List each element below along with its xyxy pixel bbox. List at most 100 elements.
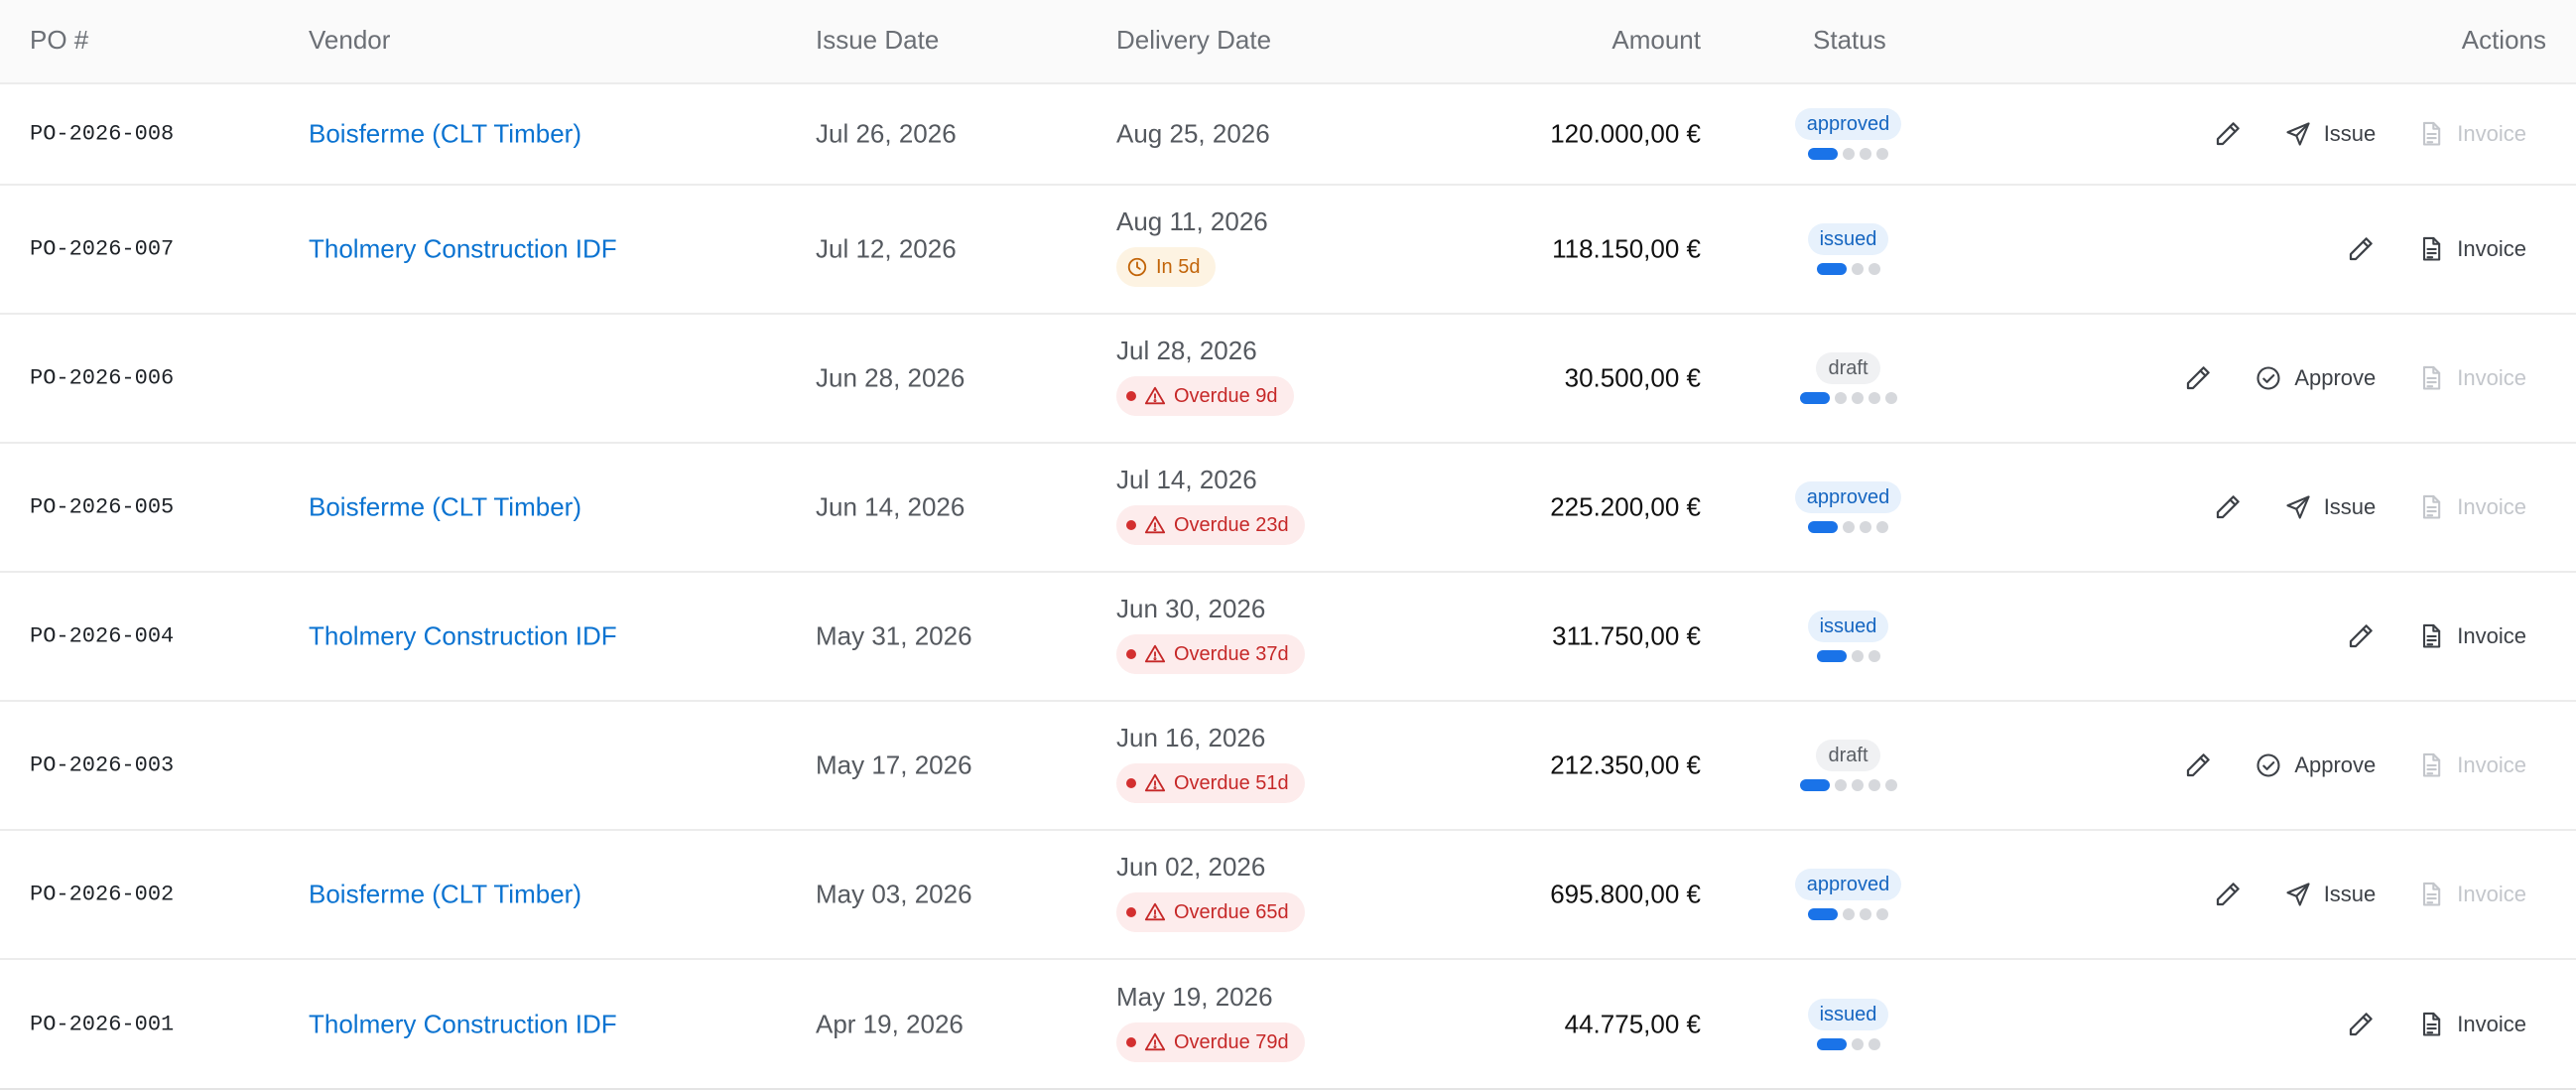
edit-button[interactable] [2183,750,2213,780]
overdue-badge: Overdue 23d [1116,505,1305,545]
invoice-label: Invoice [2457,882,2526,906]
progress-step [1851,263,1864,275]
issue-date: May 31, 2026 [816,620,972,651]
document-icon [2417,622,2445,650]
col-header-po[interactable]: PO # [30,0,88,84]
edit-button[interactable] [2346,1010,2376,1039]
progress-step [1851,650,1864,662]
status-badge: draft [1816,352,1880,384]
invoice-label: Invoice [2457,236,2526,261]
status-progress [1799,392,1897,404]
col-header-actions: Actions [2461,25,2546,55]
status-cell: issued [1766,611,1930,662]
issue-button[interactable]: Issue [2284,881,2377,908]
vendor-link[interactable]: Boisferme (CLT Timber) [309,492,581,523]
progress-step [1851,779,1864,791]
progress-step [1808,148,1838,160]
col-header-status[interactable]: Status [1813,0,1886,84]
table-row[interactable]: PO-2026-008 Boisferme (CLT Timber) Jul 26,… [0,84,2576,186]
progress-step [1834,392,1847,404]
approve-button[interactable]: Approve [2254,364,2376,392]
status-progress [1816,263,1880,275]
row-actions: Invoice [2346,234,2526,264]
progress-step [1843,521,1855,533]
delivery-date: Jul 14, 2026 [1116,465,1257,494]
progress-step [1834,779,1847,791]
edit-button[interactable] [2346,234,2376,264]
issue-date: Jun 28, 2026 [816,362,966,393]
issue-date: May 03, 2026 [816,879,972,909]
invoice-button[interactable]: Invoice [2417,622,2526,650]
progress-step [1843,908,1855,920]
invoice-button[interactable]: Invoice [2417,1011,2526,1038]
clock-icon [1126,256,1148,278]
table-row[interactable]: PO-2026-007 Tholmery Construction IDF Jul … [0,186,2576,315]
table-row[interactable]: PO-2026-002 Boisferme (CLT Timber) May 03,… [0,831,2576,960]
issue-label: Issue [2323,882,2377,906]
vendor-link[interactable]: Tholmery Construction IDF [309,234,617,265]
document-icon [2417,881,2445,908]
col-header-delivery-date[interactable]: Delivery Date [1116,0,1271,84]
col-header-amount[interactable]: Amount [1611,0,1701,84]
table-row[interactable]: PO-2026-001 Tholmery Construction IDF Apr … [0,960,2576,1090]
invoice-button[interactable]: Invoice [2417,235,2526,263]
edit-button[interactable] [2213,880,2243,909]
po-number: PO-2026-001 [30,1012,175,1036]
warning-icon [1144,643,1166,665]
vendor-link[interactable]: Boisferme (CLT Timber) [309,880,581,910]
delivery-date: Aug 25, 2026 [1116,118,1270,149]
issue-button[interactable]: Issue [2284,493,2376,521]
delivery-date: Jul 28, 2026 [1116,336,1257,365]
table-row[interactable]: PO-2026-003 May 17, 2026 Jun 16, 2026 Ove… [0,702,2576,831]
progress-step [1816,1037,1847,1050]
invoice-button: Invoice [2417,120,2526,148]
warning-icon [1144,1031,1166,1053]
overdue-badge: Overdue 9d [1116,376,1294,416]
delivery-cell: Aug 11, 2026 In 5d [1116,206,1268,287]
vendor-link[interactable]: Tholmery Construction IDF [309,1009,617,1039]
invoice-button: Invoice [2417,364,2526,392]
edit-button[interactable] [2346,621,2376,651]
edit-button[interactable] [2213,119,2243,149]
pencil-icon [2346,234,2376,264]
invoice-label: Invoice [2457,1011,2526,1036]
invoice-button: Invoice [2417,493,2526,521]
pencil-icon [2346,621,2376,651]
progress-step [1876,148,1888,160]
chip-label: Overdue 65d [1174,900,1289,923]
issue-date: Jul 26, 2026 [816,118,957,149]
warning-icon [1144,901,1166,923]
delivery-date: Jun 30, 2026 [1116,594,1266,623]
table-row[interactable]: PO-2026-005 Boisferme (CLT Timber) Jun 14,… [0,444,2576,573]
pencil-icon [2183,750,2213,780]
issue-button[interactable]: Issue [2284,120,2376,148]
invoice-button: Invoice [2417,881,2526,908]
table-row[interactable]: PO-2026-006 Jun 28, 2026 Jul 28, 2026 Ove… [0,315,2576,444]
col-header-vendor[interactable]: Vendor [309,0,390,84]
edit-button[interactable] [2183,363,2213,393]
delivery-cell: Jul 14, 2026 Overdue 23d [1116,465,1305,545]
table-row[interactable]: PO-2026-004 Tholmery Construction IDF May … [0,573,2576,702]
amount: 695.800,00 € [1550,879,1701,909]
amount: 44.775,00 € [1564,1009,1701,1038]
edit-button[interactable] [2213,492,2243,522]
progress-step [1816,263,1847,275]
progress-step [1868,650,1880,662]
chip-label: Overdue 9d [1174,384,1278,407]
issue-date: Apr 19, 2026 [816,1009,964,1038]
row-actions: Invoice [2346,621,2526,651]
approve-button[interactable]: Approve [2254,751,2376,779]
col-header-issue-date[interactable]: Issue Date [816,0,939,84]
progress-step [1860,908,1871,920]
amount: 212.350,00 € [1550,749,1701,780]
vendor-link[interactable]: Tholmery Construction IDF [309,621,617,652]
progress-step [1816,650,1847,662]
overdue-badge: Overdue 51d [1116,763,1305,803]
progress-step [1799,392,1830,404]
document-icon [2417,493,2445,521]
po-number: PO-2026-003 [30,752,175,778]
vendor-link[interactable]: Boisferme (CLT Timber) [309,119,581,150]
status-badge: approved [1794,108,1902,140]
overdue-dot [1126,520,1136,530]
issue-date: Jul 12, 2026 [816,233,957,264]
